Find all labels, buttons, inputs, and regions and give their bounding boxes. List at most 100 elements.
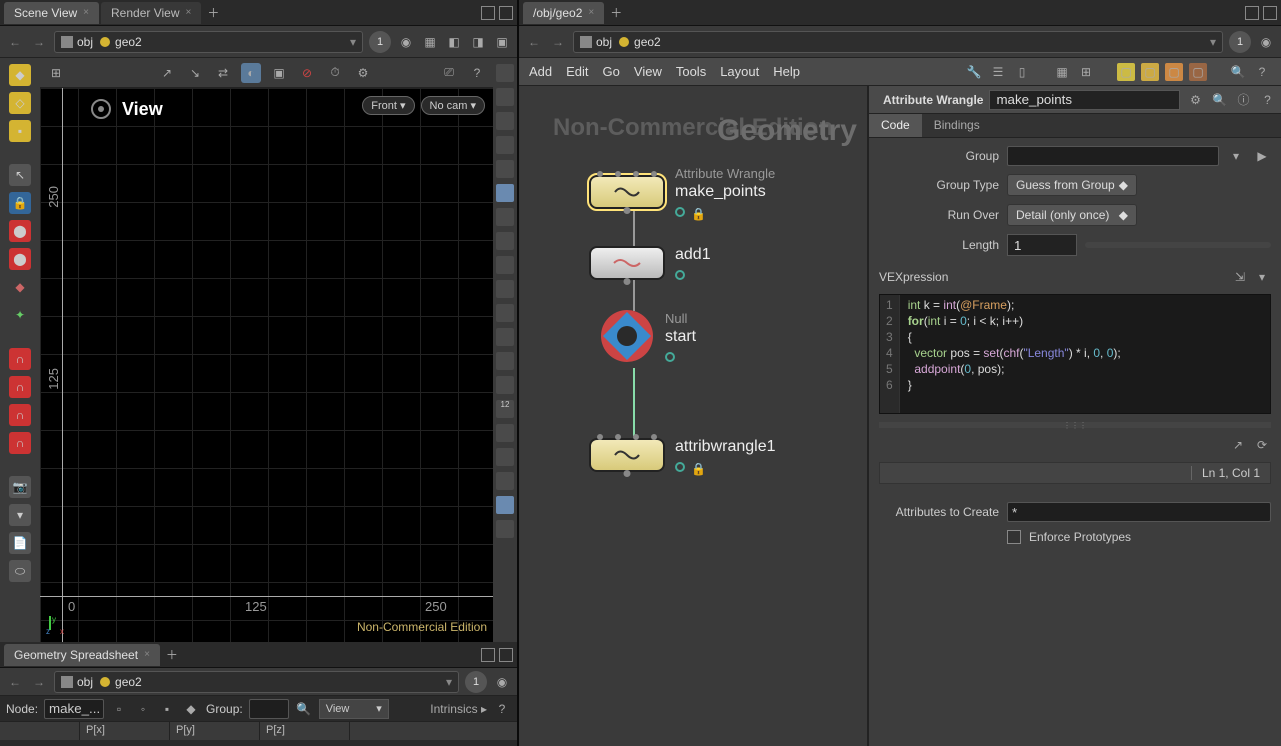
- help-icon[interactable]: ?: [493, 700, 511, 718]
- close-icon[interactable]: ×: [588, 7, 594, 18]
- tool-icon-1[interactable]: ▦: [421, 33, 439, 51]
- disk-icon[interactable]: ⬭: [9, 560, 31, 582]
- node-null-start[interactable]: Null start: [599, 308, 696, 364]
- tab-scene-view[interactable]: Scene View×: [4, 2, 99, 24]
- vt-clock-icon[interactable]: ⏱: [325, 63, 345, 83]
- path-field[interactable]: obj geo2 ▾: [54, 671, 459, 693]
- dropdown-icon[interactable]: ▾: [350, 35, 356, 49]
- col-header[interactable]: P[x]: [80, 722, 170, 740]
- tab-code[interactable]: Code: [869, 114, 922, 137]
- r-icon[interactable]: [496, 328, 514, 346]
- r-icon[interactable]: [496, 64, 514, 82]
- magnet-1-icon[interactable]: ∩: [9, 348, 31, 370]
- menu-view[interactable]: View: [634, 64, 662, 79]
- nav-back-icon[interactable]: ←: [525, 33, 543, 51]
- r-icon[interactable]: [496, 352, 514, 370]
- attrs-create-input[interactable]: [1007, 502, 1271, 522]
- toolbar-grid-icon[interactable]: ▦: [1053, 63, 1071, 81]
- node-attribwrangle-make-points[interactable]: Attribute Wrangle make_points 🔒: [589, 166, 775, 217]
- magnet-2-icon[interactable]: ∩: [9, 376, 31, 398]
- path-field[interactable]: obj geo2 ▾: [573, 31, 1223, 53]
- toolbar-page-icon[interactable]: ▯: [1013, 63, 1031, 81]
- r-icon[interactable]: [496, 496, 514, 514]
- r-icon[interactable]: [496, 136, 514, 154]
- info-icon[interactable]: ⓘ: [1234, 91, 1252, 109]
- col-header[interactable]: P[y]: [170, 722, 260, 740]
- search-icon[interactable]: 🔍: [1210, 91, 1228, 109]
- rotate-icon[interactable]: ⬤: [9, 248, 31, 270]
- toolbar-note-icon[interactable]: ▢: [1117, 63, 1135, 81]
- reload-icon[interactable]: ⟳: [1253, 436, 1271, 454]
- vex-editor[interactable]: 123456 int k = int(@Frame); for(int i = …: [879, 294, 1271, 414]
- r-icon[interactable]: [496, 232, 514, 250]
- tab-render-view[interactable]: Render View×: [101, 2, 201, 24]
- node-input[interactable]: [44, 699, 104, 719]
- vt-3-icon[interactable]: ⇄: [213, 63, 233, 83]
- toolbar-help-icon[interactable]: ?: [1253, 63, 1271, 81]
- filter-det-icon[interactable]: ◆: [182, 700, 200, 718]
- dropdown-icon[interactable]: ▾: [446, 675, 452, 689]
- lock-icon[interactable]: 🔒: [9, 192, 31, 214]
- vt-stop-icon[interactable]: ⊘: [297, 63, 317, 83]
- refresh-icon[interactable]: ◉: [493, 673, 511, 691]
- magnet-3-icon[interactable]: ∩: [9, 404, 31, 426]
- menu-layout[interactable]: Layout: [720, 64, 759, 79]
- r-icon[interactable]: [496, 88, 514, 106]
- magnet-4-icon[interactable]: ∩: [9, 432, 31, 454]
- toolbar-box-icon[interactable]: ▢: [1189, 63, 1207, 81]
- tool-icon-a[interactable]: ✦: [9, 304, 31, 326]
- group-pick-icon[interactable]: ▶: [1253, 147, 1271, 165]
- r-icon[interactable]: [496, 112, 514, 130]
- scale-icon[interactable]: ◆: [9, 276, 31, 298]
- r-icon[interactable]: [496, 472, 514, 490]
- tab-bindings[interactable]: Bindings: [922, 114, 992, 137]
- pane-split-icon[interactable]: [481, 6, 495, 20]
- ext-editor-icon[interactable]: ↗: [1229, 436, 1247, 454]
- r-icon[interactable]: 12: [496, 400, 514, 418]
- camera-icon[interactable]: 📷: [9, 476, 31, 498]
- refresh-icon[interactable]: ◉: [1257, 33, 1275, 51]
- arrow-icon[interactable]: ↖: [9, 164, 31, 186]
- node-add1[interactable]: add1: [589, 246, 711, 280]
- camera-nocam-dropdown[interactable]: No cam ▾: [421, 96, 485, 115]
- r-icon[interactable]: [496, 184, 514, 202]
- filter-icon[interactable]: 🔍: [295, 700, 313, 718]
- view-dropdown[interactable]: View▾: [319, 699, 389, 719]
- gear-icon[interactable]: [90, 98, 112, 120]
- group-input[interactable]: [249, 699, 289, 719]
- take-badge[interactable]: 1: [465, 671, 487, 693]
- col-header[interactable]: P[z]: [260, 722, 350, 740]
- vt-1-icon[interactable]: ↗: [157, 63, 177, 83]
- display-flag-icon[interactable]: [675, 270, 685, 280]
- viewport[interactable]: ⊞ ↗ ↘ ⇄ ◐ ▣ ⊘ ⏱ ⚙ ⎚ ?: [40, 58, 493, 642]
- nav-fwd-icon[interactable]: →: [30, 673, 48, 691]
- filter-vtx-icon[interactable]: ◦: [134, 700, 152, 718]
- select-pts-icon[interactable]: ▪: [9, 120, 31, 142]
- pane-max-icon[interactable]: [1263, 6, 1277, 20]
- close-icon[interactable]: ×: [144, 649, 150, 660]
- r-icon[interactable]: [496, 160, 514, 178]
- intrinsics-dropdown[interactable]: Intrinsics ▸: [430, 702, 487, 716]
- tab-network[interactable]: /obj/geo2×: [523, 2, 604, 24]
- grid-toggle-icon[interactable]: ⊞: [46, 63, 66, 83]
- select-obj-icon[interactable]: ◆: [9, 64, 31, 86]
- lock-flag-icon[interactable]: 🔒: [691, 462, 701, 472]
- grouptype-combo[interactable]: Guess from Group◆: [1007, 174, 1137, 196]
- menu-add[interactable]: Add: [529, 64, 552, 79]
- tool-icon-2[interactable]: ◧: [445, 33, 463, 51]
- add-tab-button[interactable]: ＋: [606, 3, 626, 23]
- menu-tools[interactable]: Tools: [676, 64, 706, 79]
- pane-max-icon[interactable]: [499, 6, 513, 20]
- group-input[interactable]: [1007, 146, 1219, 166]
- nav-back-icon[interactable]: ←: [6, 673, 24, 691]
- refresh-icon[interactable]: ◉: [397, 33, 415, 51]
- vt-opt-icon[interactable]: ⎚: [439, 63, 459, 83]
- r-icon[interactable]: [496, 424, 514, 442]
- expand-icon[interactable]: ⇲: [1231, 268, 1249, 286]
- filter-pts-icon[interactable]: ▫: [110, 700, 128, 718]
- menu-help[interactable]: Help: [773, 64, 800, 79]
- tab-geometry-spreadsheet[interactable]: Geometry Spreadsheet×: [4, 644, 160, 666]
- network-editor[interactable]: Non-Commercial Edition Geometry Attribut…: [519, 86, 867, 746]
- code-content[interactable]: int k = int(@Frame); for(int i = 0; i < …: [900, 295, 1270, 413]
- nav-back-icon[interactable]: ←: [6, 33, 24, 51]
